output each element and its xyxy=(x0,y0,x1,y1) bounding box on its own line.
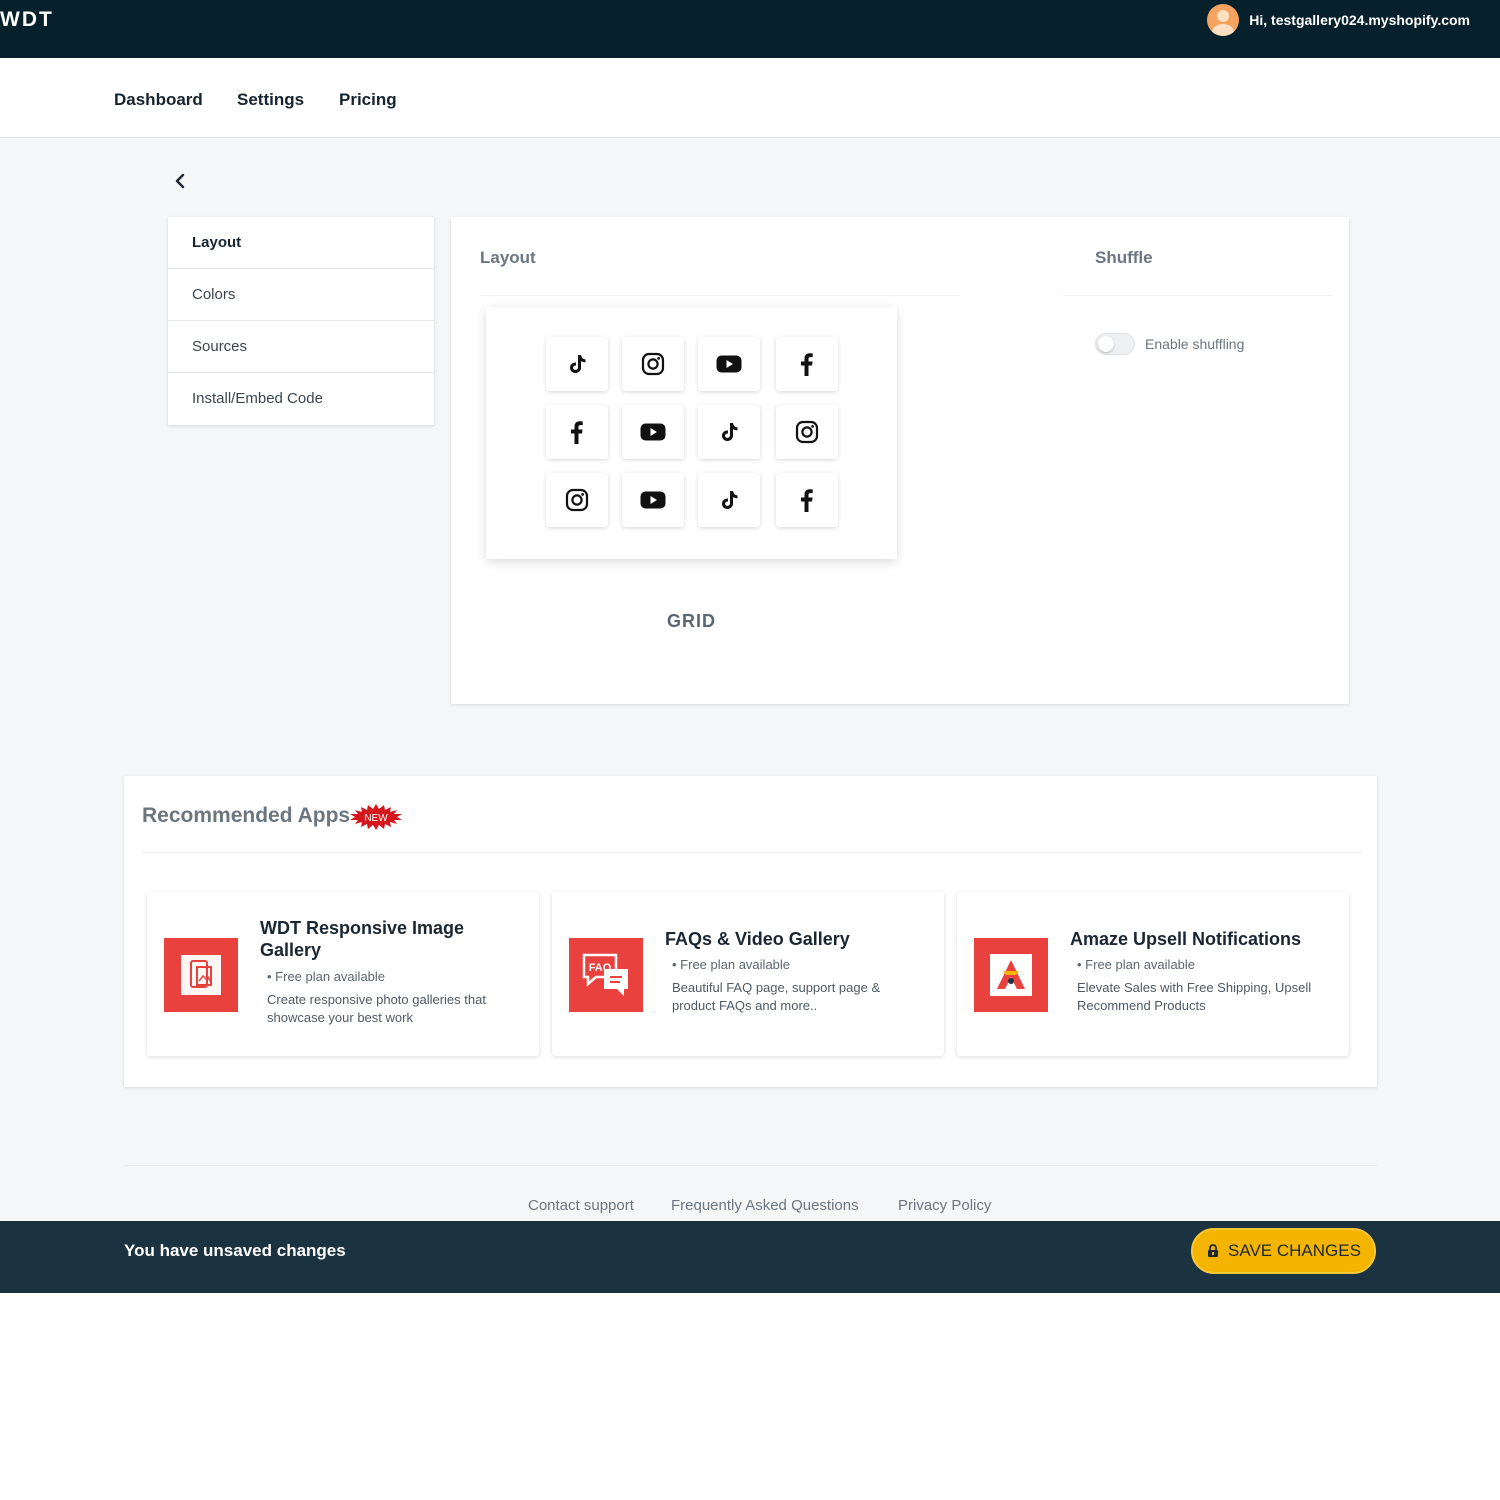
divider xyxy=(1063,295,1333,296)
app-name: Amaze Upsell Notifications xyxy=(1070,929,1302,949)
layout-section-title: Layout xyxy=(480,248,536,267)
grid-tile xyxy=(622,337,684,391)
grid-tile xyxy=(546,337,608,391)
app-description: Beautiful FAQ page, support page & produ… xyxy=(672,980,881,1013)
grid-tile xyxy=(776,473,838,527)
avatar xyxy=(1207,4,1240,36)
shuffle-toggle[interactable] xyxy=(1095,333,1135,355)
youtube-icon xyxy=(715,353,743,375)
grid-tile xyxy=(776,405,838,459)
instagram-icon xyxy=(640,351,666,377)
grid-tile xyxy=(622,473,684,527)
divider xyxy=(480,295,960,296)
app-card-image-gallery[interactable]: WDT Responsive Image Gallery • Free plan… xyxy=(147,892,539,1056)
grid-tile xyxy=(546,473,608,527)
save-changes-button[interactable]: SAVE CHANGES xyxy=(1191,1228,1376,1274)
contact-support-link[interactable]: Contact support xyxy=(528,1197,634,1214)
grid-layout-label: GRID xyxy=(667,611,716,631)
toggle-knob xyxy=(1098,336,1114,352)
sidebar-item-colors[interactable]: Colors xyxy=(168,269,434,321)
gallery-icon xyxy=(164,938,238,1012)
sidebar-item-layout[interactable]: Layout xyxy=(168,217,434,269)
app-description: Create responsive photo galleries that s… xyxy=(267,992,486,1025)
tiktok-icon xyxy=(717,420,741,444)
facebook-icon xyxy=(796,351,818,377)
faq-icon: FAQ xyxy=(569,938,643,1012)
instagram-icon xyxy=(794,419,820,445)
nav-settings[interactable]: Settings xyxy=(237,90,304,110)
tiktok-icon xyxy=(565,352,589,376)
app-plan: • Free plan available xyxy=(1077,957,1196,972)
tiktok-icon xyxy=(717,488,741,512)
grid-tile xyxy=(698,405,760,459)
top-bar: WDT Hi, testgallery024.myshopify.com xyxy=(0,0,1500,58)
app-plan: • Free plan available xyxy=(267,969,386,984)
layout-settings-card: Layout Shuffle GRID Enable shuffling xyxy=(451,217,1349,704)
unsaved-changes-bar: You have unsaved changes SAVE CHANGES xyxy=(0,1221,1500,1293)
app-name: WDT Responsive Image Gallery xyxy=(260,918,465,960)
divider xyxy=(142,852,1362,853)
main-nav: Dashboard Settings Pricing xyxy=(0,58,1500,138)
shuffle-section-title: Shuffle xyxy=(1095,248,1153,267)
recommended-apps-title: Recommended Apps xyxy=(142,804,351,827)
unsaved-changes-message: You have unsaved changes xyxy=(124,1241,346,1260)
chevron-left-icon xyxy=(175,173,185,189)
back-button[interactable] xyxy=(170,170,192,192)
app-description: Elevate Sales with Free Shipping, Upsell… xyxy=(1077,980,1312,1013)
recommended-apps-card: Recommended Apps NEW WDT Responsive Imag… xyxy=(124,776,1377,1087)
facebook-icon xyxy=(796,487,818,513)
app-plan: • Free plan available xyxy=(672,957,791,972)
grid-tile xyxy=(698,337,760,391)
grid-tile xyxy=(546,405,608,459)
footer-divider xyxy=(124,1165,1377,1166)
youtube-icon xyxy=(639,421,667,443)
lock-icon xyxy=(1208,1244,1219,1257)
new-badge-text: NEW xyxy=(364,813,388,824)
grid-tile xyxy=(622,405,684,459)
sidebar-item-sources[interactable]: Sources xyxy=(168,321,434,373)
instagram-icon xyxy=(564,487,590,513)
app-card-upsell[interactable]: Amaze Upsell Notifications • Free plan a… xyxy=(957,892,1349,1056)
user-menu[interactable]: Hi, testgallery024.myshopify.com xyxy=(1207,4,1470,36)
app-card-faqs[interactable]: FAQ FAQs & Video Gallery • Free plan ava… xyxy=(552,892,944,1056)
facebook-icon xyxy=(566,419,588,445)
grid-layout-option[interactable] xyxy=(486,307,897,559)
new-badge: NEW xyxy=(350,804,402,830)
user-greeting: Hi, testgallery024.myshopify.com xyxy=(1249,12,1470,28)
settings-sidebar: Layout Colors Sources Install/Embed Code xyxy=(168,217,434,425)
app-name: FAQs & Video Gallery xyxy=(665,929,850,949)
shuffle-toggle-label: Enable shuffling xyxy=(1145,336,1245,352)
grid-tile xyxy=(776,337,838,391)
nav-dashboard[interactable]: Dashboard xyxy=(114,90,203,110)
grid-tile xyxy=(698,473,760,527)
brand-logo: WDT xyxy=(0,8,54,31)
sidebar-item-install-embed-code[interactable]: Install/Embed Code xyxy=(168,373,434,424)
save-changes-label: SAVE CHANGES xyxy=(1228,1241,1361,1260)
faq-link[interactable]: Frequently Asked Questions xyxy=(671,1197,859,1214)
youtube-icon xyxy=(639,489,667,511)
upsell-icon xyxy=(974,938,1048,1012)
privacy-policy-link[interactable]: Privacy Policy xyxy=(898,1197,991,1214)
nav-pricing[interactable]: Pricing xyxy=(339,90,397,110)
